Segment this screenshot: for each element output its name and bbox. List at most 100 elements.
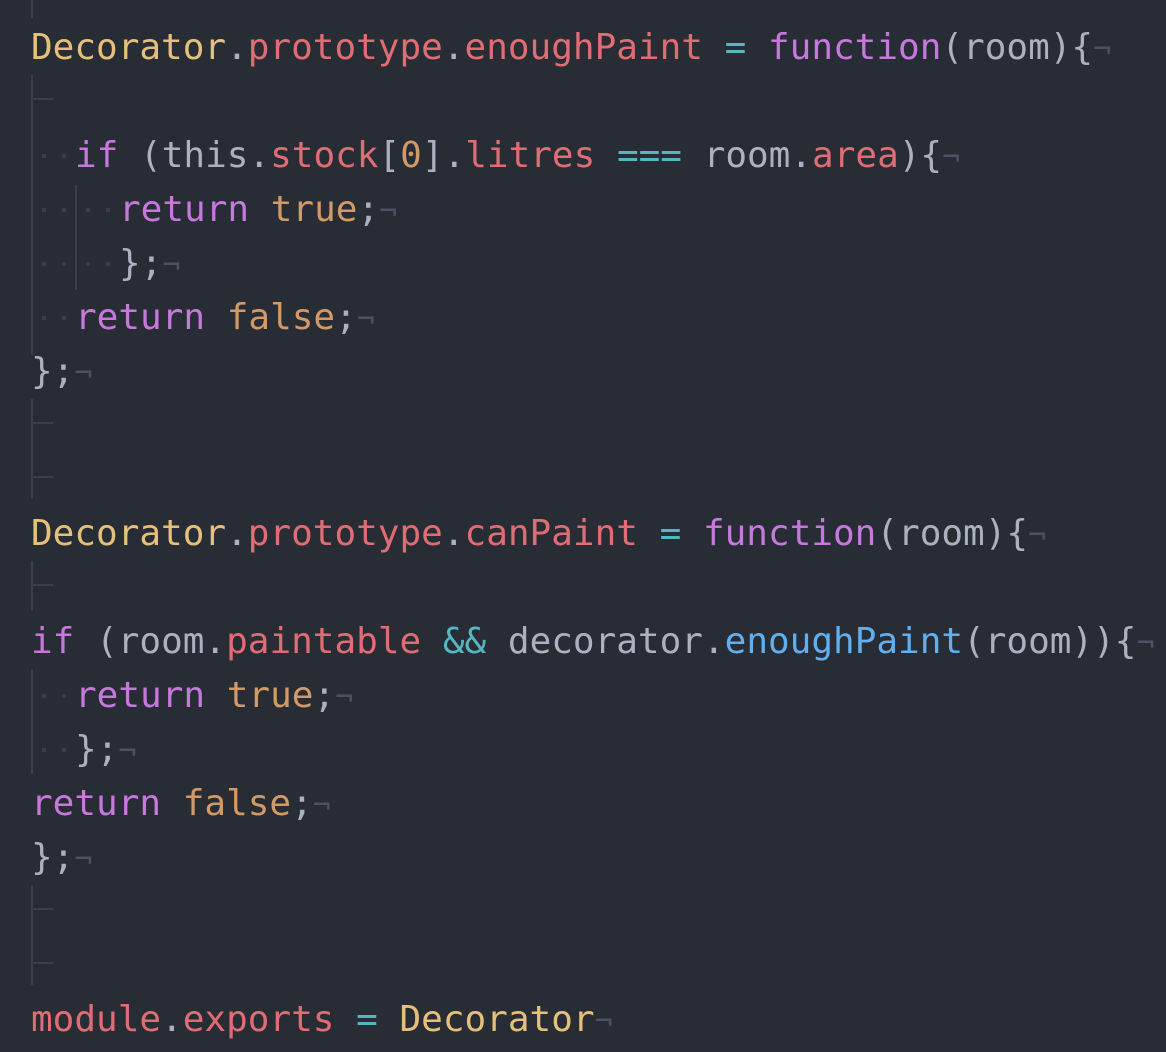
whitespace-dot: [42, 316, 46, 320]
token-property: prototype: [247, 513, 443, 554]
eol-marker: ¬: [942, 140, 961, 175]
token-operator: =: [702, 27, 768, 68]
token-operator: &&: [421, 621, 508, 662]
code-line-13[interactable]: return true;¬: [75, 669, 353, 723]
eol-marker: ¬: [74, 356, 93, 391]
indent-guide: [31, 669, 33, 774]
token-this: this: [161, 135, 249, 176]
token-keyword: return: [75, 675, 206, 716]
eol-marker: ¬: [1136, 626, 1155, 661]
code-line-10[interactable]: Decorator.prototype.canPaint = function(…: [31, 507, 1046, 561]
token-class: Decorator: [399, 999, 595, 1040]
token-property: area: [812, 135, 899, 176]
code-line-15[interactable]: return false;¬: [31, 777, 331, 831]
indent-guide: [75, 185, 77, 290]
token-semicolon: ;: [357, 189, 380, 230]
token-brace: };: [31, 837, 75, 878]
whitespace-dot: [106, 208, 110, 212]
token-boolean: true: [226, 675, 314, 716]
eol-marker: ¬: [594, 1004, 613, 1039]
token-boolean: true: [270, 189, 358, 230]
code-line-6[interactable]: return false;¬: [75, 291, 375, 345]
whitespace-dot: [42, 154, 46, 158]
token-object: decorator: [507, 621, 703, 662]
token-bracket: [: [378, 135, 401, 176]
eol-marker: ¬: [379, 194, 398, 229]
token-property: prototype: [247, 27, 443, 68]
token-dot: .: [226, 513, 248, 554]
token-dot: .: [226, 27, 248, 68]
code-line-1[interactable]: Decorator.prototype.enoughPaint = functi…: [31, 21, 1111, 75]
token-class: Decorator: [31, 513, 227, 554]
code-editor[interactable]: Decorator.prototype.enoughPaint = functi…: [0, 0, 1166, 1052]
token-semicolon: ;: [335, 297, 357, 338]
blank-line-marker: [31, 962, 53, 984]
token-class: Decorator: [31, 27, 227, 68]
token-property: enoughPaint: [464, 27, 703, 68]
token-close: (room)){: [963, 621, 1137, 662]
eol-marker: ¬: [74, 842, 93, 877]
whitespace-dot: [62, 316, 66, 320]
token-dot: .: [442, 513, 465, 554]
token-property: paintable: [226, 621, 422, 662]
whitespace-dot: [42, 748, 46, 752]
eol-marker: ¬: [335, 680, 354, 715]
eol-marker: ¬: [118, 734, 137, 769]
token-property: canPaint: [464, 513, 638, 554]
token-bracket: ]: [421, 135, 444, 176]
token-dot: .: [204, 621, 227, 662]
token-close: ){: [898, 135, 943, 176]
eol-marker: ¬: [1028, 518, 1047, 553]
token-property: litres: [465, 135, 596, 176]
blank-line-marker: [31, 422, 53, 444]
token-dot: .: [248, 135, 271, 176]
token-keyword: if: [31, 621, 75, 662]
token-brace: };: [75, 729, 119, 770]
blank-line-marker: [31, 908, 53, 930]
token-object: module: [31, 999, 162, 1040]
code-line-7[interactable]: };¬: [31, 345, 92, 399]
token-dot: .: [161, 999, 183, 1040]
code-line-5[interactable]: };¬: [119, 237, 180, 291]
token-function: enoughPaint: [724, 621, 964, 662]
whitespace-dot: [42, 694, 46, 698]
whitespace-dot: [62, 694, 66, 698]
token-keyword: if: [75, 135, 119, 176]
blank-line-marker: [31, 584, 53, 606]
code-line-14[interactable]: };¬: [75, 723, 136, 777]
token-dot: .: [702, 621, 725, 662]
token-object: room: [117, 621, 205, 662]
code-line-16[interactable]: };¬: [31, 831, 92, 885]
whitespace-dot: [42, 262, 46, 266]
whitespace-dot: [86, 208, 90, 212]
token-boolean: false: [226, 297, 336, 338]
token-operator: =: [637, 513, 703, 554]
eol-marker: ¬: [312, 788, 331, 823]
code-line-12[interactable]: if (room.paintable && decorator.enoughPa…: [31, 615, 1155, 669]
token-dot: .: [790, 135, 813, 176]
token-number: 0: [400, 135, 422, 176]
code-line-4[interactable]: return true;¬: [119, 183, 397, 237]
whitespace-dot: [62, 748, 66, 752]
token-operator: =: [334, 999, 400, 1040]
token-paren: (: [118, 135, 162, 176]
token-boolean: false: [182, 783, 292, 824]
token-dot: .: [443, 135, 466, 176]
blank-line-marker: [31, 476, 53, 498]
token-keyword: return: [75, 297, 206, 338]
whitespace-dot: [62, 154, 66, 158]
code-line-3[interactable]: if (this.stock[0].litres === room.area){…: [75, 129, 960, 183]
token-semicolon: ;: [313, 675, 336, 716]
token-brace: };: [119, 243, 163, 284]
whitespace-dot: [62, 262, 66, 266]
token-brace: };: [31, 351, 75, 392]
code-line-19[interactable]: module.exports = Decorator¬: [31, 993, 613, 1047]
eol-marker: ¬: [1093, 32, 1112, 67]
token-keyword: return: [31, 783, 162, 824]
token-args: (room){: [876, 513, 1029, 554]
token-dot: .: [442, 27, 465, 68]
whitespace-dot: [106, 262, 110, 266]
blank-line-marker: [31, 98, 53, 120]
token-operator: ===: [595, 135, 704, 176]
token-object: room: [703, 135, 791, 176]
